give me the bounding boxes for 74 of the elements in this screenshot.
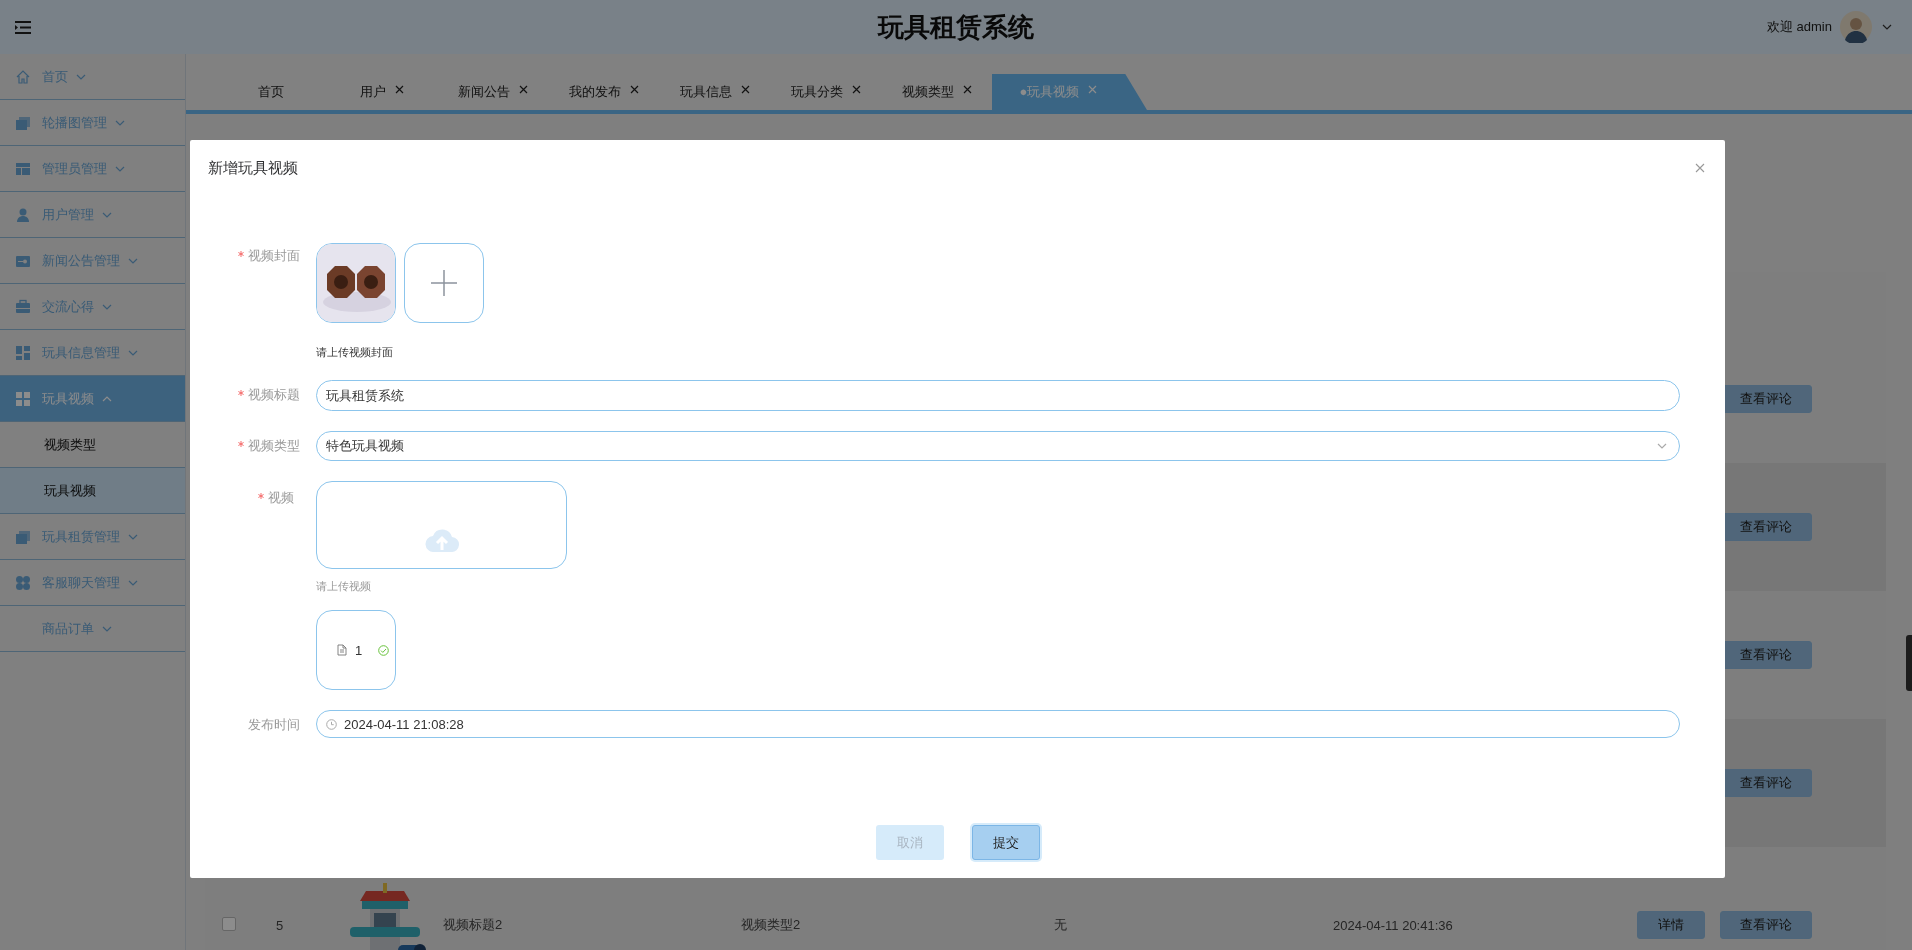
table-cell: 视频标题2 <box>443 917 503 932</box>
dashboard-icon <box>15 344 31 361</box>
sidebar-subitem[interactable]: 玩具视频 <box>0 468 185 514</box>
user-icon <box>15 206 31 223</box>
grid-icon <box>15 390 31 407</box>
field-label: 发布时间 <box>248 716 300 734</box>
field-label: 视频封面 <box>248 247 300 265</box>
layout-icon <box>15 160 31 177</box>
sidebar-label: 玩具信息管理 <box>42 343 120 362</box>
close-icon[interactable] <box>518 84 528 94</box>
field-label: 视频 <box>268 489 294 507</box>
comments-button[interactable]: 查看评论 <box>1720 911 1812 939</box>
scrollbar-thumb[interactable] <box>1906 635 1912 691</box>
sidebar-item[interactable]: 商品订单 <box>0 606 185 652</box>
table-cell: 5 <box>276 917 284 933</box>
table-cell: 视频类型2 <box>741 917 801 932</box>
field-label: 视频类型 <box>248 437 300 455</box>
sidebar-item[interactable]: 首页 <box>0 54 185 100</box>
sidebar-label: 管理员管理 <box>42 159 107 178</box>
welcome-text: 欢迎 admin <box>1766 18 1832 36</box>
sidebar-item[interactable]: 玩具租赁管理 <box>0 514 185 560</box>
briefcase-icon <box>15 298 31 315</box>
chevron-down-icon <box>1657 443 1667 449</box>
upload-hint: 请上传视频 <box>316 579 372 594</box>
folder-icon <box>15 114 31 131</box>
sidebar-label: 商品订单 <box>42 619 94 638</box>
close-icon[interactable] <box>1695 163 1705 173</box>
tab[interactable]: ●玩具视频 <box>992 74 1147 110</box>
sidebar-item[interactable]: 用户管理 <box>0 192 185 238</box>
close-icon[interactable] <box>740 84 750 94</box>
sidebar-item[interactable]: 轮播图管理 <box>0 100 185 146</box>
table-cell: 无 <box>1054 917 1067 932</box>
plus-icon <box>431 270 457 296</box>
sidebar-label: 首页 <box>42 67 68 86</box>
circles-icon <box>15 574 31 591</box>
details-button[interactable]: 详情 <box>1637 911 1705 939</box>
close-icon[interactable] <box>629 84 639 94</box>
file-icon <box>337 644 347 656</box>
close-icon[interactable] <box>962 84 972 94</box>
row-checkbox[interactable] <box>222 916 236 931</box>
tab[interactable]: 用户 <box>326 74 437 110</box>
tab[interactable]: 玩具分类 <box>770 74 881 110</box>
sidebar-label: 玩具租赁管理 <box>42 527 120 546</box>
sidebar-item[interactable]: 交流心得 <box>0 284 185 330</box>
caret-icon[interactable] <box>1882 24 1892 30</box>
field-label: 视频标题 <box>248 386 300 404</box>
sidebar-item[interactable]: 管理员管理 <box>0 146 185 192</box>
avatar-icon[interactable] <box>1840 11 1872 43</box>
sidebar-item[interactable]: 玩具视频 <box>0 376 185 422</box>
sidebar-label: 玩具视频 <box>42 389 94 408</box>
folder-icon <box>15 528 31 545</box>
tab[interactable]: 视频类型 <box>881 74 992 110</box>
close-icon[interactable] <box>851 84 861 94</box>
dialog-title: 新增玩具视频 <box>208 158 298 178</box>
tab[interactable]: 我的发布 <box>548 74 659 110</box>
upload-hint: 请上传视频封面 <box>316 345 394 360</box>
clock-icon <box>326 718 337 730</box>
sidebar-item[interactable]: 客服聊天管理 <box>0 560 185 606</box>
table-cell: 2024-04-11 20:41:36 <box>1333 917 1453 933</box>
submit-button[interactable]: 提交 <box>971 825 1040 860</box>
tab[interactable]: 新闻公告 <box>437 74 548 110</box>
sidebar-label: 交流心得 <box>42 297 94 316</box>
file-name: 1 <box>355 642 363 658</box>
app-title: 玩具租赁系统 <box>876 10 1035 44</box>
tab[interactable]: 首页 <box>215 74 326 110</box>
sidebar-label: 用户管理 <box>42 205 94 224</box>
sidebar-label: 轮播图管理 <box>42 113 107 132</box>
tab[interactable]: 玩具信息 <box>659 74 770 110</box>
sidebar-item[interactable]: 新闻公告管理 <box>0 238 185 284</box>
home-icon <box>15 68 31 85</box>
menu-icon[interactable] <box>15 20 31 34</box>
close-icon[interactable] <box>394 84 404 94</box>
sidebar-label: 新闻公告管理 <box>42 251 120 270</box>
sidebar-label: 客服聊天管理 <box>42 573 120 592</box>
